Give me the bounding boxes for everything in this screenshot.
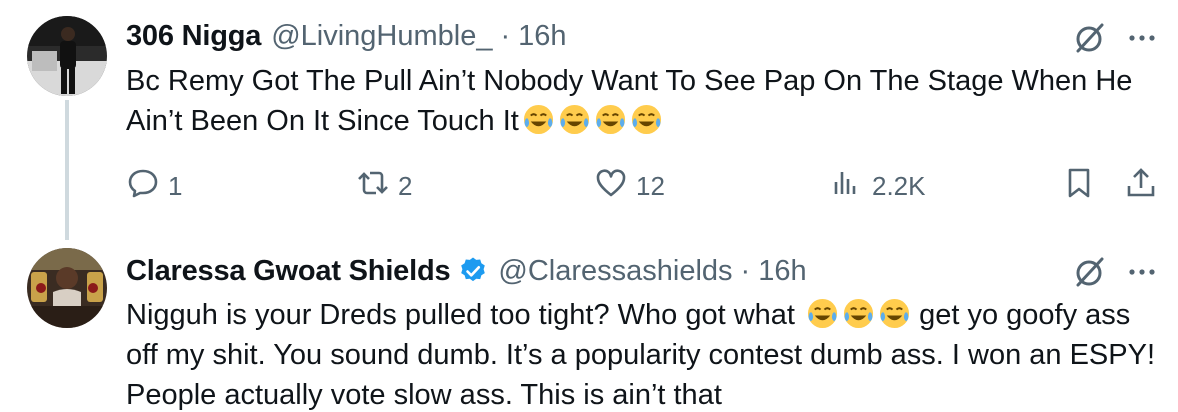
views-icon bbox=[830, 166, 864, 207]
tweet-header: 306 Nigga @LivingHumble_ · 16h bbox=[126, 16, 567, 56]
avatar[interactable] bbox=[27, 248, 107, 328]
tears-of-joy-emoji bbox=[594, 103, 627, 136]
share-button[interactable] bbox=[1124, 164, 1158, 208]
timestamp[interactable]: 16h bbox=[758, 255, 806, 288]
tears-of-joy-emoji bbox=[806, 297, 839, 330]
timestamp[interactable]: 16h bbox=[518, 20, 566, 53]
retweet-icon bbox=[356, 166, 390, 207]
more-icon[interactable] bbox=[1124, 20, 1160, 56]
emoji-group bbox=[519, 103, 663, 137]
handle[interactable]: @LivingHumble_ bbox=[271, 20, 492, 53]
tweet-body-part1: Nigguh is your Dreds pulled too tight? W… bbox=[126, 299, 795, 331]
tears-of-joy-emoji bbox=[558, 103, 591, 136]
more-icon[interactable] bbox=[1124, 254, 1160, 290]
grok-icon[interactable] bbox=[1072, 254, 1108, 290]
avatar[interactable] bbox=[27, 16, 107, 96]
views-button[interactable]: 2.2K bbox=[830, 164, 926, 208]
separator: · bbox=[500, 19, 511, 52]
tears-of-joy-emoji bbox=[878, 297, 911, 330]
tears-of-joy-emoji bbox=[630, 103, 663, 136]
emoji-group bbox=[803, 297, 911, 331]
bookmark-button[interactable] bbox=[1062, 164, 1096, 208]
reply-button[interactable]: 1 bbox=[126, 164, 182, 208]
display-name[interactable]: 306 Nigga bbox=[126, 20, 261, 53]
tweet-text: Nigguh is your Dreds pulled too tight? W… bbox=[126, 295, 1156, 412]
reply-count: 1 bbox=[168, 170, 183, 201]
like-button[interactable]: 12 bbox=[594, 164, 665, 208]
like-icon bbox=[594, 166, 628, 207]
retweet-button[interactable]: 2 bbox=[356, 164, 412, 208]
separator: · bbox=[740, 254, 751, 287]
display-name[interactable]: Claressa Gwoat Shields bbox=[126, 255, 451, 288]
bookmark-icon bbox=[1062, 166, 1096, 207]
tears-of-joy-emoji bbox=[522, 103, 555, 136]
tweet-1[interactable]: 306 Nigga @LivingHumble_ · 16h Bc Remy G… bbox=[0, 0, 1178, 240]
reply-icon bbox=[126, 166, 160, 207]
action-bar: 1 2 12 2.2K bbox=[126, 164, 1166, 208]
tweet-header: Claressa Gwoat Shields @Claressashields … bbox=[126, 251, 807, 291]
thread-line bbox=[65, 100, 69, 240]
handle[interactable]: @Claressashields bbox=[498, 255, 732, 288]
view-count: 2.2K bbox=[872, 170, 926, 201]
tears-of-joy-emoji bbox=[842, 297, 875, 330]
tweet-text: Bc Remy Got The Pull Ain’t Nobody Want T… bbox=[126, 61, 1156, 141]
like-count: 12 bbox=[636, 170, 665, 201]
verified-badge-icon bbox=[458, 256, 488, 286]
tweet-2[interactable]: Claressa Gwoat Shields @Claressashields … bbox=[0, 240, 1178, 412]
retweet-count: 2 bbox=[398, 170, 413, 201]
share-icon bbox=[1124, 166, 1158, 207]
grok-icon[interactable] bbox=[1072, 20, 1108, 56]
